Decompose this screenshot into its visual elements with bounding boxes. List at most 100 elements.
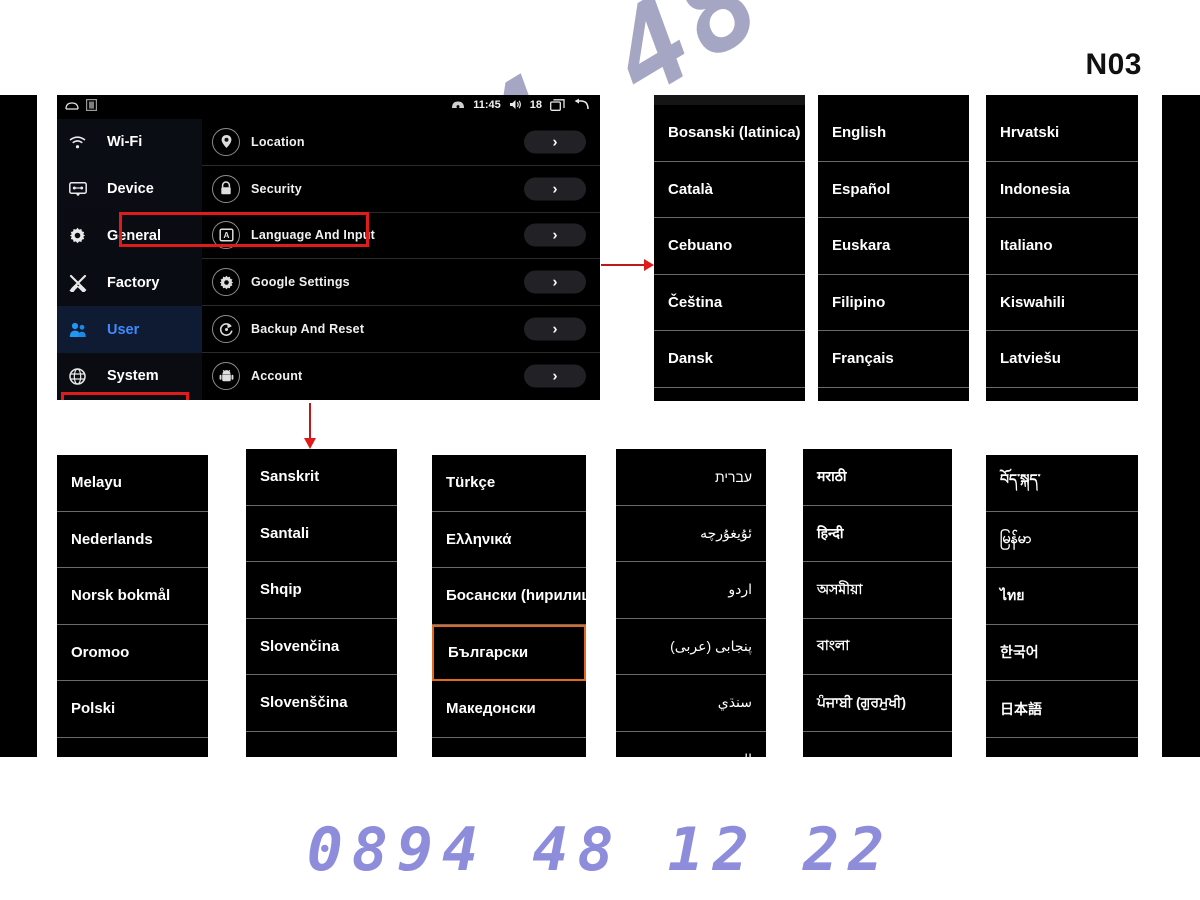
settings-row-google-settings[interactable]: Google Settings ›	[202, 259, 600, 307]
language-item[interactable]: Bosanski (latinica)	[654, 105, 805, 162]
refresh-icon	[212, 315, 240, 344]
language-panel-7: עברית ئۇيغۇرچە اردو پنجابی (عربی) سنڌي ا…	[616, 449, 766, 757]
language-item[interactable]: Türkçe	[432, 455, 586, 512]
settings-list: Location › Security › A Language And Inp…	[202, 119, 600, 400]
language-item[interactable]: 日本語	[986, 681, 1138, 738]
language-item[interactable]: Norsk bokmål	[57, 568, 208, 625]
settings-row-security[interactable]: Security ›	[202, 166, 600, 213]
language-item[interactable]: עברית	[616, 449, 766, 506]
settings-row-label: Security	[251, 181, 302, 196]
sidebar-item-factory[interactable]: Factory	[57, 259, 202, 306]
language-panel-4: Melayu Nederlands Norsk bokmål Oromoo Po…	[57, 455, 208, 757]
language-item[interactable]: English	[818, 105, 969, 162]
language-item[interactable]: မြန်မာ	[986, 512, 1138, 568]
left-black-bar	[0, 95, 37, 757]
language-panel-8: मराठी हिन्दी অসমীয়া বাংলা ਪੰਜਾਬੀ (ਗੁਰਮੁ…	[803, 449, 952, 757]
language-item[interactable]: پنجابی (عربی)	[616, 619, 766, 675]
language-item[interactable]: Latviešu	[986, 331, 1138, 388]
gear-icon	[212, 268, 240, 297]
panel-top-edge	[654, 95, 805, 105]
language-item[interactable]: བོད་སྐད་	[986, 455, 1138, 512]
language-item[interactable]: Ελληνικά	[432, 512, 586, 568]
language-item[interactable]: Filipino	[818, 275, 969, 331]
chevron-right-icon[interactable]: ›	[524, 270, 586, 294]
wifi-icon	[69, 136, 97, 149]
language-item[interactable]: Shqip	[246, 562, 397, 619]
language-item[interactable]: العربية	[616, 732, 766, 757]
device-screen: 11:45 18 Wi-Fi Device General Factory Us…	[57, 95, 600, 400]
gear-icon	[69, 227, 97, 244]
language-item[interactable]: Босански (һирилиц	[432, 568, 586, 625]
recents-icon[interactable]	[550, 98, 565, 111]
home-icon[interactable]	[65, 100, 79, 111]
language-item[interactable]: 한국어	[986, 625, 1138, 681]
device-icon	[69, 181, 97, 197]
language-item[interactable]: Македонски	[432, 681, 586, 738]
page-root: N03 0894 48 12 22 11:45 18	[0, 0, 1200, 900]
settings-row-label: Location	[251, 134, 305, 149]
status-bar: 11:45 18	[57, 95, 600, 119]
settings-row-label: Account	[251, 369, 303, 384]
chevron-right-icon[interactable]: ›	[524, 364, 586, 388]
language-item[interactable]: Polski	[57, 681, 208, 738]
language-item[interactable]: Nederlands	[57, 512, 208, 568]
sidebar-label: Device	[107, 181, 154, 198]
language-item[interactable]: ไทย	[986, 568, 1138, 625]
language-item[interactable]: Kiswahili	[986, 275, 1138, 331]
language-item[interactable]: Slovenščina	[246, 675, 397, 732]
arrow-to-second-row	[304, 403, 316, 449]
language-item[interactable]: हिन्दी	[803, 506, 952, 562]
language-item-selected[interactable]: Български	[432, 624, 586, 681]
chevron-right-icon[interactable]: ›	[524, 130, 586, 154]
language-item[interactable]: Oromoo	[57, 625, 208, 681]
language-panel-2: English Español Euskara Filipino Françai…	[818, 95, 969, 401]
language-item[interactable]: Español	[818, 162, 969, 218]
language-item[interactable]: Indonesia	[986, 162, 1138, 218]
chevron-right-icon[interactable]: ›	[524, 223, 586, 247]
status-time: 11:45	[473, 98, 501, 111]
language-item[interactable]: অসমীয়া	[803, 562, 952, 619]
location-icon	[212, 127, 240, 156]
language-item[interactable]: ئۇيغۇرچە	[616, 506, 766, 562]
back-arrow-icon[interactable]	[573, 98, 590, 111]
tools-icon	[69, 274, 97, 292]
language-item[interactable]: Čeština	[654, 275, 805, 331]
sidebar-label: Wi-Fi	[107, 134, 143, 151]
language-item[interactable]: मराठी	[803, 449, 952, 506]
settings-sidebar: Wi-Fi Device General Factory User System	[57, 119, 202, 400]
language-item[interactable]: Cebuano	[654, 218, 805, 275]
page-code: N03	[1085, 48, 1142, 81]
language-item[interactable]: Français	[818, 331, 969, 388]
screenshot-icon[interactable]	[86, 99, 97, 111]
language-row-highlight-box	[119, 212, 369, 247]
right-black-bar	[1162, 95, 1200, 757]
sidebar-label: User	[107, 321, 140, 338]
chevron-right-icon[interactable]: ›	[524, 317, 586, 341]
sidebar-item-user[interactable]: User	[57, 306, 202, 353]
settings-row-account[interactable]: Account ›	[202, 353, 600, 400]
language-item[interactable]: Català	[654, 162, 805, 218]
settings-row-label: Backup And Reset	[251, 322, 365, 337]
panel-top-edge	[986, 95, 1138, 105]
volume-icon[interactable]	[509, 99, 522, 110]
settings-row-backup-and-reset[interactable]: Backup And Reset ›	[202, 306, 600, 353]
language-item[interactable]: Melayu	[57, 455, 208, 512]
settings-row-location[interactable]: Location ›	[202, 119, 600, 166]
language-item[interactable]: Dansk	[654, 331, 805, 388]
language-item[interactable]: Santali	[246, 506, 397, 562]
sidebar-item-device[interactable]: Device	[57, 166, 202, 213]
car-dashboard-icon	[451, 100, 465, 110]
language-item[interactable]: ਪੰਜਾਬੀ (ਗੁਰਮੁਖੀ)	[803, 675, 952, 732]
language-item[interactable]: Sanskrit	[246, 449, 397, 506]
language-item[interactable]: سنڌي	[616, 675, 766, 732]
language-item[interactable]: Hrvatski	[986, 105, 1138, 162]
language-panel-1: Bosanski (latinica) Català Cebuano Češti…	[654, 95, 805, 401]
language-item[interactable]: Italiano	[986, 218, 1138, 275]
language-item[interactable]: Euskara	[818, 218, 969, 275]
language-item[interactable]: Slovenčina	[246, 619, 397, 675]
chevron-right-icon[interactable]: ›	[524, 177, 586, 201]
sidebar-item-wifi[interactable]: Wi-Fi	[57, 119, 202, 166]
globe-icon	[69, 368, 97, 385]
language-item[interactable]: اردو	[616, 562, 766, 619]
language-item[interactable]: বাংলা	[803, 619, 952, 675]
